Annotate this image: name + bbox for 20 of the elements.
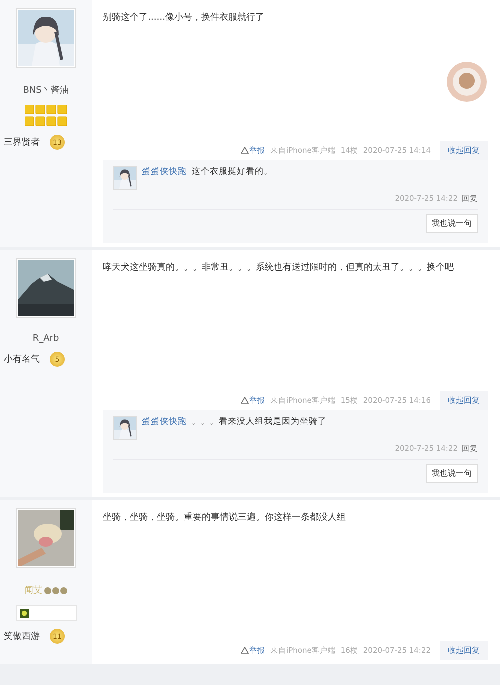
warning-icon — [240, 147, 249, 154]
reply-text: 这个衣服挺好看的。 — [192, 166, 273, 178]
user-name[interactable]: BNS丶酱油 — [23, 84, 69, 97]
level-title: 笑傲西游 — [4, 630, 40, 643]
post-text: 哮天犬这坐骑真的。。。非常丑。。。系统也有送过限时的，但真的太丑了。。。换个吧 — [103, 262, 454, 275]
user-name[interactable]: R_Arb — [32, 334, 60, 344]
warning-icon — [240, 647, 249, 654]
post-text: 别骑这个了……像小号，换件衣服就行了 — [103, 12, 265, 25]
collapse-replies-link[interactable]: 收起回复 — [440, 641, 488, 660]
collapse-replies-link[interactable]: 收起回复 — [440, 391, 488, 410]
reply-text: 。。。看来没人组我是因为坐骑了 — [192, 416, 327, 428]
collapse-replies-link[interactable]: 收起回复 — [440, 141, 488, 160]
post-text: 坐骑，坐骑，坐骑。重要的事情说三遍。你这样一条都没人组 — [103, 512, 346, 525]
say-something-button[interactable]: 我也说一句 — [426, 214, 478, 233]
level-title: 小有名气 — [4, 354, 40, 366]
say-something-button[interactable]: 我也说一句 — [426, 464, 478, 483]
warning-icon — [240, 397, 249, 404]
reply-author[interactable]: 蛋蛋侠快跑 — [142, 416, 187, 428]
reply-author[interactable]: 蛋蛋侠快跑 — [142, 166, 187, 178]
level-title: 三界贤者 — [4, 136, 40, 149]
